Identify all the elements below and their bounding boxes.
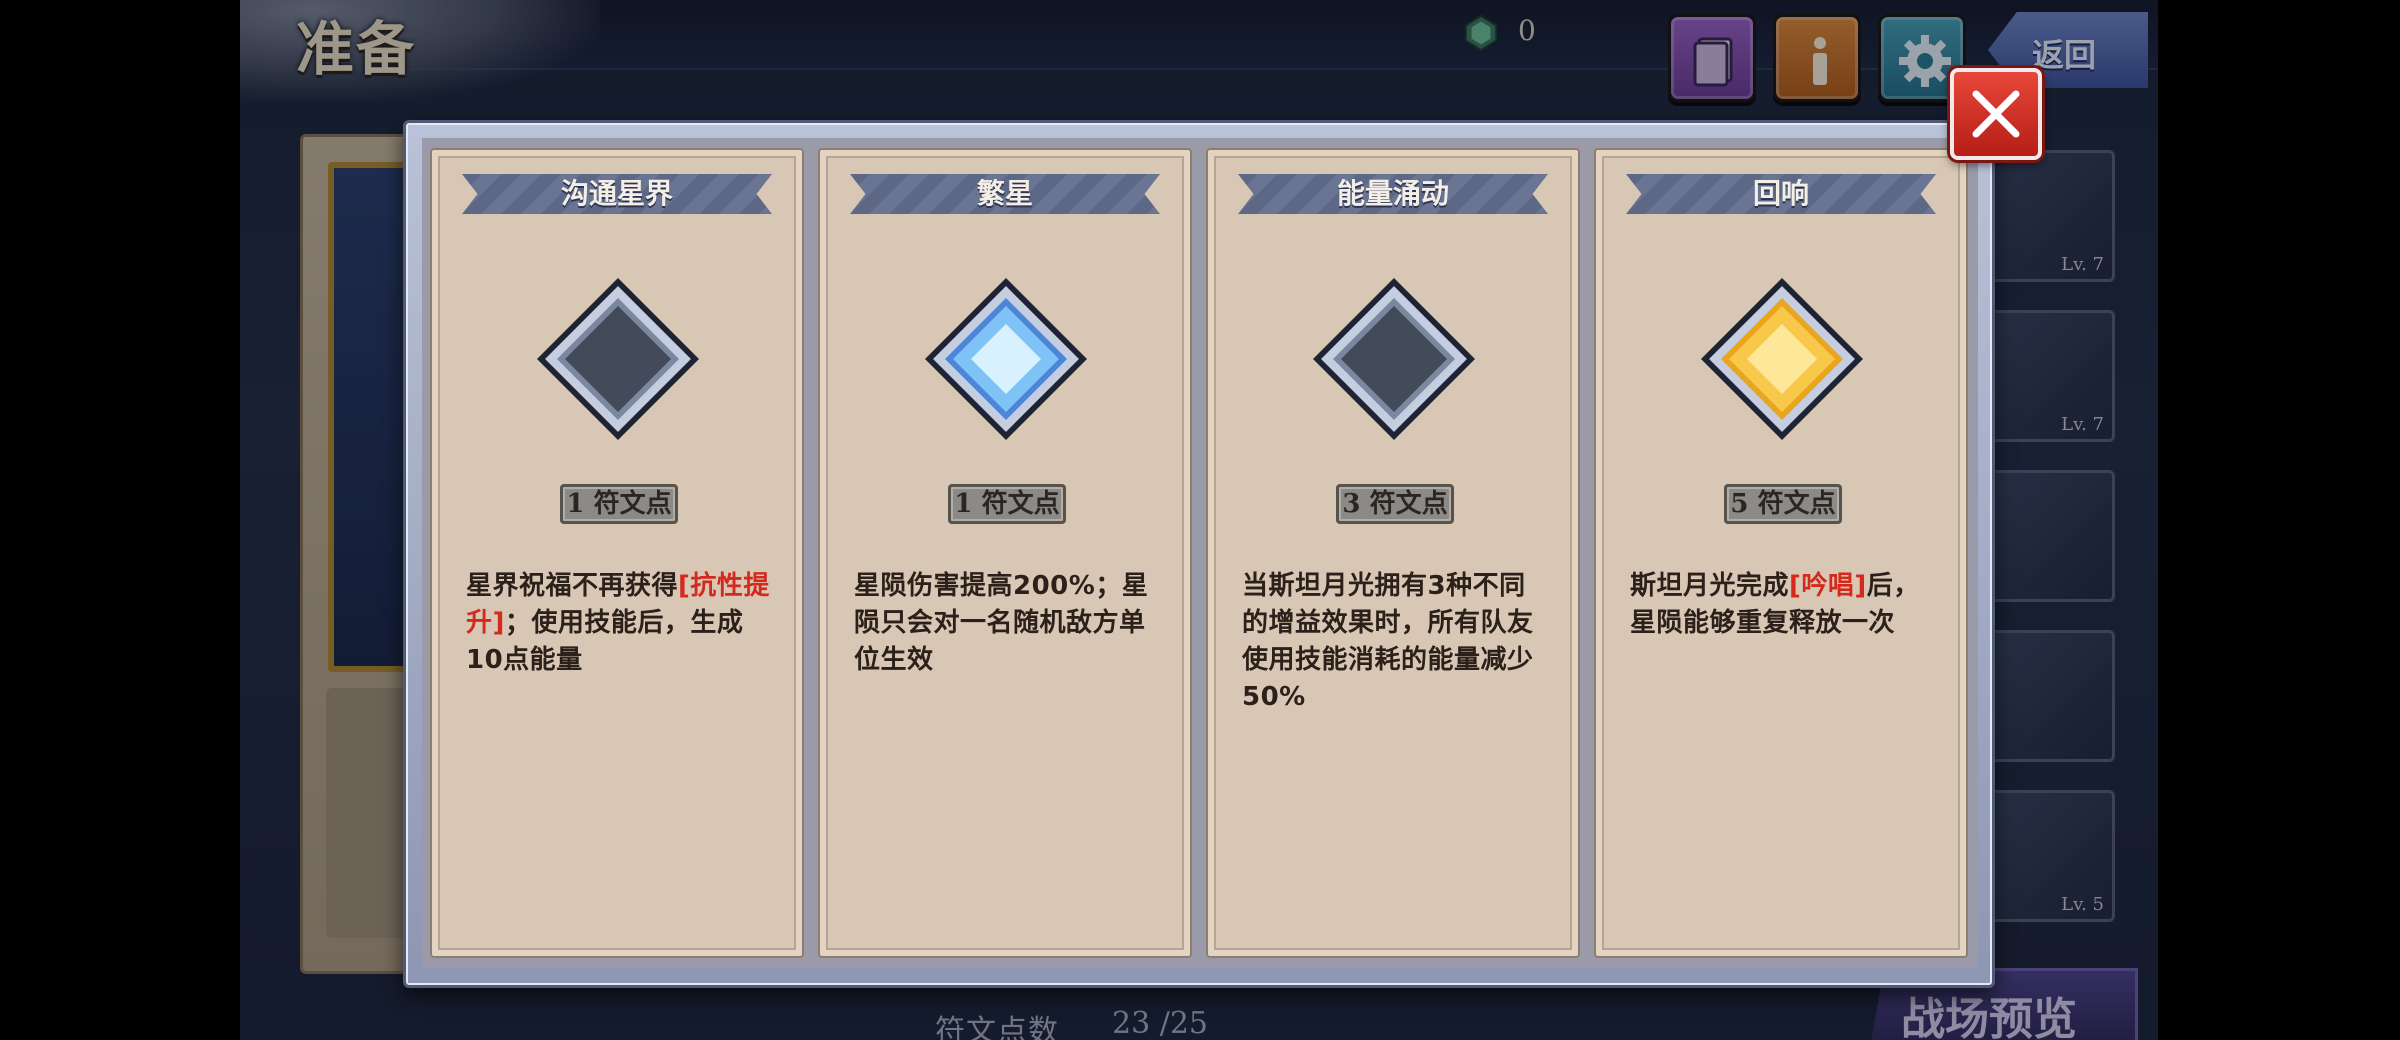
rune-description: 星陨伤害提高200%；星陨只会对一名随机敌方单位生效 — [854, 571, 1149, 675]
rune-card-3[interactable]: 能量涌动 3 符文点 当斯坦月光拥有3种不同的增益效果时，所有队友使用技能消耗的… — [1206, 148, 1580, 958]
rune-description: 星界祝福不再获得[抗性提升]；使用技能后，生成10点能量 — [466, 571, 770, 675]
rune-description: 斯坦月光完成[吟唱]后，星陨能够重复释放一次 — [1630, 571, 1920, 638]
rune-description: 当斯坦月光拥有3种不同的增益效果时，所有队友使用技能消耗的能量减少50% — [1242, 571, 1534, 712]
rune-cost: 3 符文点 — [1336, 484, 1454, 524]
card-title: 繁星 — [976, 177, 1033, 210]
rune-card-2[interactable]: 繁星 1 符文点 星陨伤害提高200%；星陨只会对一名随机敌方单位生效 — [818, 148, 1192, 958]
card-title: 沟通星界 — [560, 177, 673, 210]
rune-gem-empty-icon — [537, 278, 699, 440]
rune-cost: 1 符文点 — [948, 484, 1066, 524]
rune-cost: 1 符文点 — [560, 484, 678, 524]
close-button[interactable] — [1950, 68, 2042, 160]
rune-card-1[interactable]: 沟通星界 1 符文点 星界祝福不再获得[抗性提升]；使用技能后，生成10点能量 — [430, 148, 804, 958]
rune-gem-empty-icon — [1313, 278, 1475, 440]
card-title: 回响 — [1752, 177, 1809, 210]
rune-gem-blue-icon — [925, 278, 1087, 440]
rune-cost: 5 符文点 — [1724, 484, 1842, 524]
rune-gem-gold-icon — [1701, 278, 1863, 440]
close-icon — [1972, 90, 2020, 138]
card-title: 能量涌动 — [1336, 177, 1449, 210]
rune-card-4[interactable]: 回响 5 符文点 斯坦月光完成[吟唱]后，星陨能够重复释放一次 — [1594, 148, 1968, 958]
